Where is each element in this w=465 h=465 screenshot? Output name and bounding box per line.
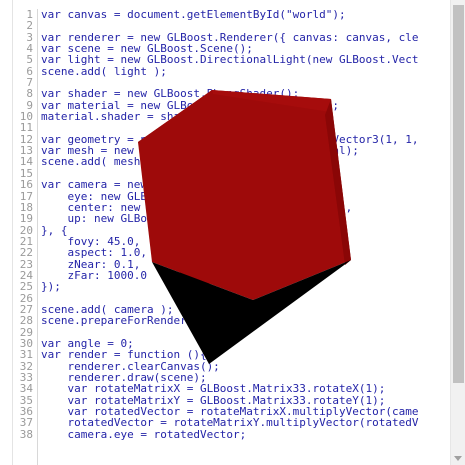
code-editor[interactable]: 1 var canvas = document.getElementById("w… (0, 0, 465, 465)
code-line[interactable]: 34 var rotateMatrixX = GLBoost.Matrix33.… (12, 382, 452, 396)
line-number: 38 (19, 427, 33, 441)
code-line[interactable]: 16 var camera = new GLBoost.Camera({ (12, 178, 452, 192)
code-text: aspect: 1.0, (41, 246, 147, 260)
vertical-scrollbar[interactable] (450, 0, 465, 465)
line-number: 22 (19, 246, 33, 260)
line-number: 2 (26, 19, 33, 33)
scrollbar-thumb[interactable] (453, 5, 464, 383)
line-number: 28 (19, 314, 33, 328)
code-line[interactable]: 38 camera.eye = rotatedVector; (12, 427, 452, 441)
code-text: camera.eye = rotatedVector; (41, 427, 247, 441)
code-text: up: new GLBoost.Vector3(0.0, 1.0, 0.0) (41, 212, 320, 226)
code-text: var render = function (){ (41, 348, 207, 362)
code-text: scene.prepareForRender(); (41, 314, 207, 328)
code-line[interactable]: 10 material.shader = shader; (12, 110, 452, 124)
line-number: 25 (19, 280, 33, 294)
code-text: scene.add( light ); (41, 64, 167, 78)
line-number: 19 (19, 212, 33, 226)
code-line[interactable]: 14 scene.add( mesh ); (12, 155, 452, 169)
code-lines[interactable]: 1 var canvas = document.getElementById("w… (12, 9, 452, 440)
code-text: var canvas = document.getElementById("wo… (41, 8, 346, 21)
code-line[interactable]: 6 scene.add( light ); (12, 64, 452, 78)
code-line[interactable]: 19 up: new GLBoost.Vector3(0.0, 1.0, 0.0… (12, 212, 452, 226)
line-number: 16 (19, 178, 33, 192)
code-line[interactable]: 2 (12, 19, 452, 33)
code-line[interactable]: 24 zFar: 1000.0 (12, 270, 452, 282)
code-text: var rotateMatrixX = GLBoost.Matrix33.rot… (41, 382, 386, 396)
code-text: material.shader = shader; (41, 110, 207, 124)
code-text: var camera = new GLBoost.Camera({ (41, 178, 260, 192)
code-text: }); (41, 280, 61, 294)
code-line[interactable]: 31 var render = function (){ (12, 348, 452, 362)
code-line[interactable]: 1 var canvas = document.getElementById("w… (12, 8, 452, 21)
line-number: 34 (19, 382, 33, 396)
code-line[interactable]: 22 aspect: 1.0, (12, 246, 452, 260)
scroll-down-arrow-icon[interactable] (454, 456, 462, 461)
code-text: scene.add( mesh ); (41, 155, 161, 169)
code-line[interactable]: 28 scene.prepareForRender(); (12, 314, 452, 328)
code-line[interactable]: 25}); (12, 280, 452, 294)
line-number: 31 (19, 348, 33, 362)
